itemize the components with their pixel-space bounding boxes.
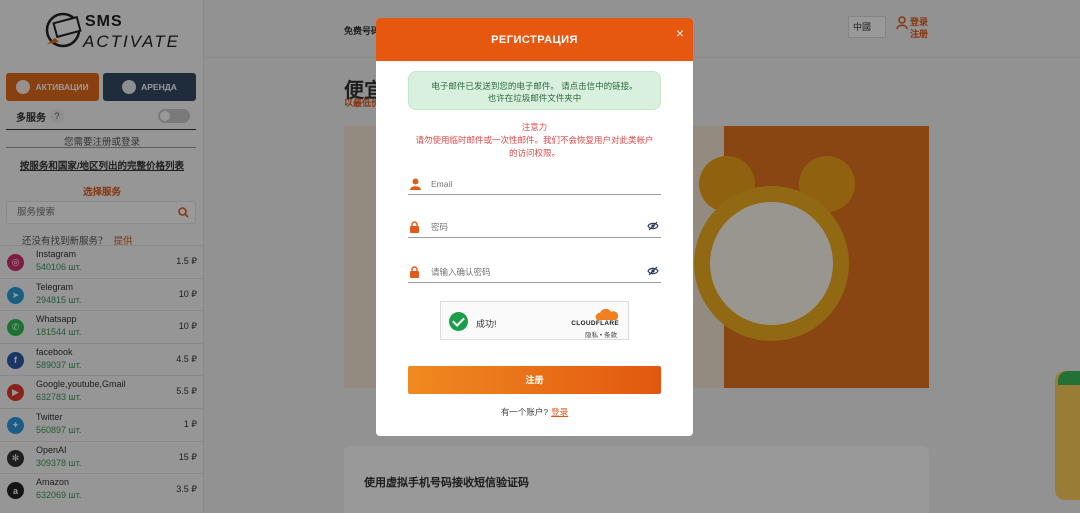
- have-account-text: 有一个账户? 登录: [376, 406, 693, 418]
- user-icon: [410, 178, 421, 190]
- lock-icon: [410, 266, 419, 278]
- captcha-links[interactable]: 隐私 • 条款: [585, 329, 617, 339]
- lock-icon: [410, 221, 419, 233]
- captcha-widget[interactable]: 成功! CLOUDFLARE 隐私 • 条款: [440, 301, 629, 340]
- check-icon: [449, 312, 468, 331]
- alert-line1: 电子邮件已发送到您的电子邮件。 请点击信中的链接。: [431, 81, 638, 91]
- captcha-brand: CLOUDFLARE: [571, 320, 619, 327]
- success-alert: 电子邮件已发送到您的电子邮件。 请点击信中的链接。 也许在垃圾邮件文件夹中: [408, 71, 661, 110]
- password-field: [408, 216, 661, 238]
- warning-line1: 请勿使用临时邮件或一次性邮件。我们不会恢复用户对此类帐户: [415, 135, 654, 145]
- email-input[interactable]: [431, 176, 631, 192]
- modal-header: РЕГИСТРАЦИЯ ×: [376, 18, 693, 61]
- eye-off-icon[interactable]: [647, 266, 659, 276]
- warning-title: 注意力: [521, 122, 548, 132]
- confirm-password-input[interactable]: [431, 264, 631, 280]
- cloudflare-logo-icon: [595, 309, 618, 320]
- alert-line2: 也许在垃圾邮件文件夹中: [487, 93, 582, 103]
- login-link[interactable]: 登录: [551, 407, 568, 417]
- have-account-label: 有一个账户?: [500, 407, 549, 417]
- modal-title: РЕГИСТРАЦИЯ: [491, 34, 578, 46]
- email-field: [408, 173, 661, 195]
- warning-line2: 的访问权限。: [508, 148, 560, 158]
- registration-modal: РЕГИСТРАЦИЯ × 电子邮件已发送到您的电子邮件。 请点击信中的链接。 …: [376, 18, 693, 436]
- confirm-password-field: [408, 261, 661, 283]
- register-button[interactable]: 注册: [408, 366, 661, 394]
- eye-off-icon[interactable]: [647, 221, 659, 231]
- password-input[interactable]: [431, 219, 631, 235]
- close-icon[interactable]: ×: [676, 25, 684, 41]
- captcha-status: 成功!: [476, 319, 497, 329]
